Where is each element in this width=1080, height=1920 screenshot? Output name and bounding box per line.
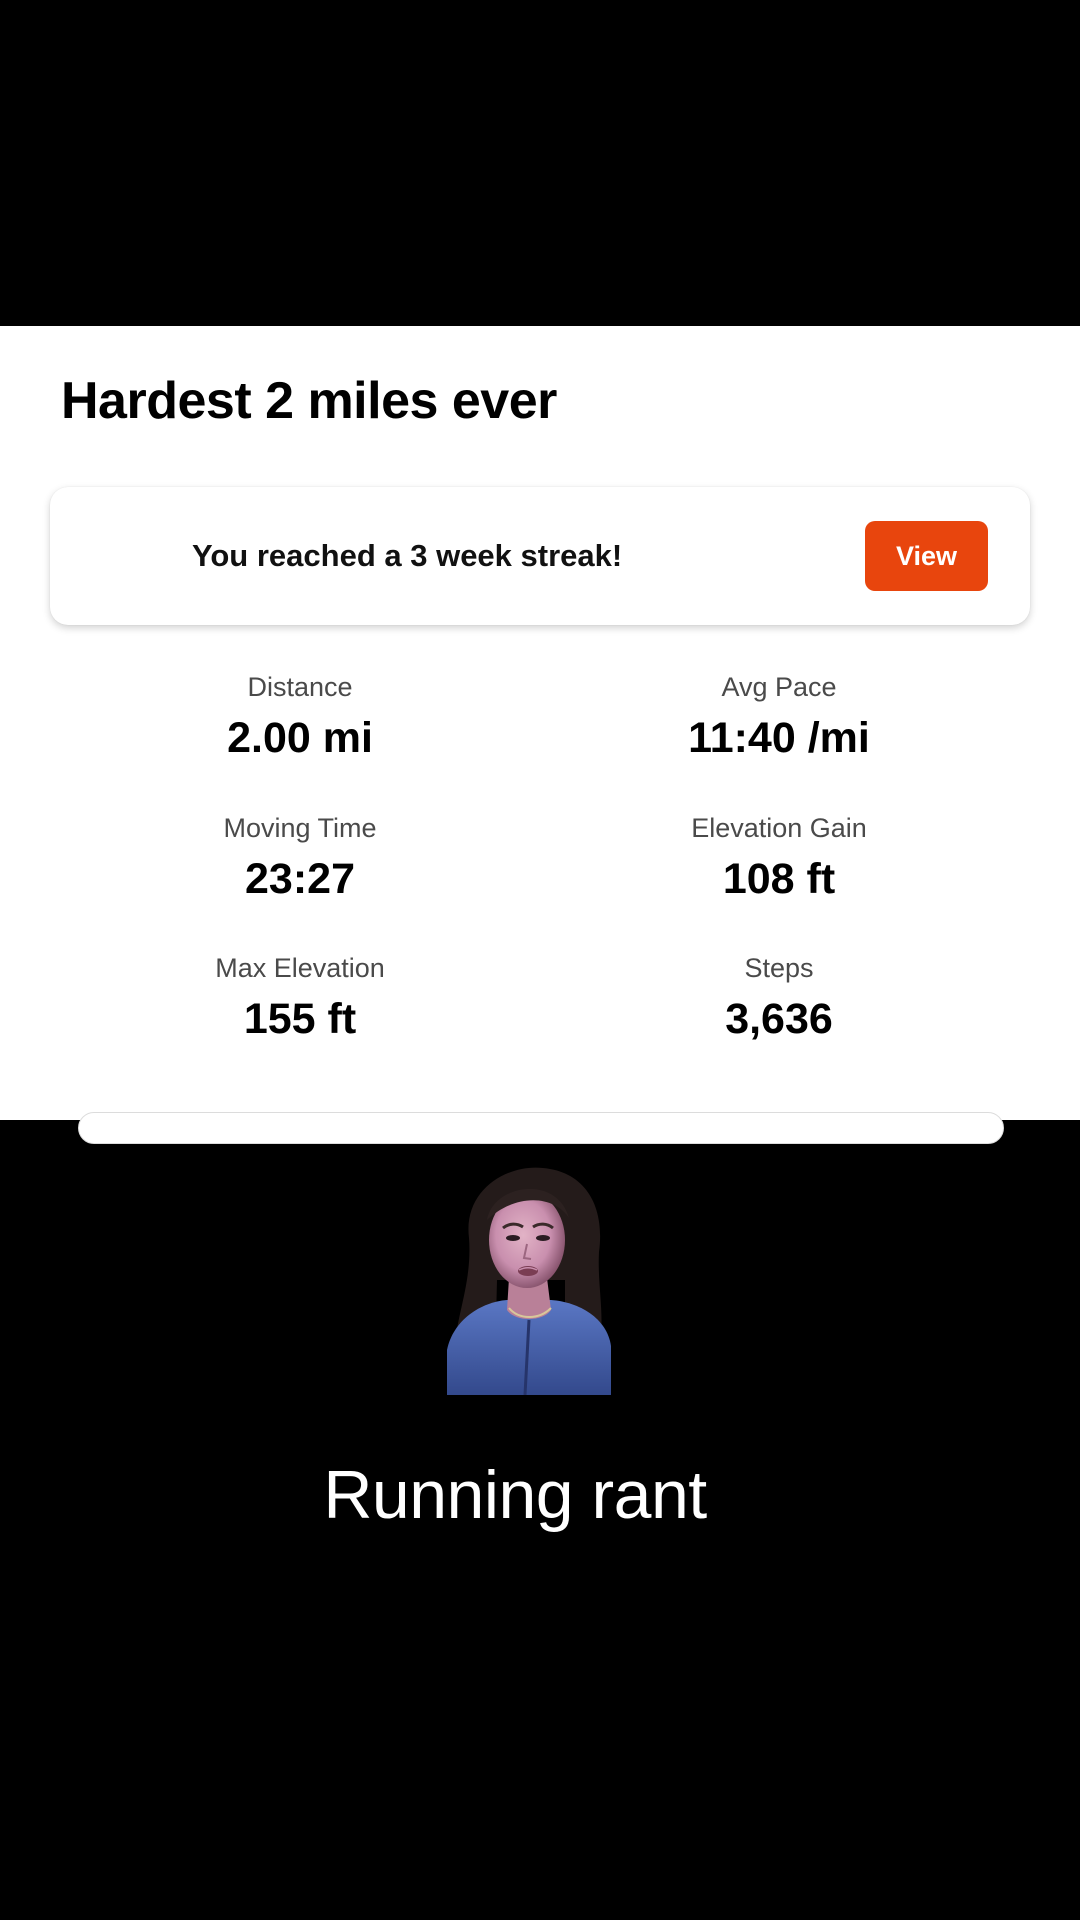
stat-distance: Distance 2.00 mi [100,670,500,764]
stat-avg-pace: Avg Pace 11:40 /mi [579,670,979,764]
stat-moving-time: Moving Time 23:27 [100,811,500,905]
stat-value: 11:40 /mi [688,714,870,762]
stat-value: 23:27 [245,855,355,903]
stat-value: 2.00 mi [227,714,373,762]
stat-elevation-gain: Elevation Gain 108 ft [579,811,979,905]
stat-label: Max Elevation [215,953,385,983]
next-card-edge [78,1112,1004,1144]
streak-message: You reached a 3 week streak! [192,538,623,573]
person-figure [447,1167,611,1395]
streak-card: You reached a 3 week streak! View [50,487,1030,625]
activity-title: Hardest 2 miles ever [61,372,557,430]
view-button[interactable]: View [865,521,988,591]
stat-label: Avg Pace [721,672,837,702]
stat-max-elevation: Max Elevation 155 ft [100,951,500,1045]
stat-label: Steps [744,953,814,983]
stat-label: Moving Time [223,813,377,843]
stat-label: Distance [247,672,353,702]
stat-value: 3,636 [725,995,833,1043]
stat-value: 108 ft [722,855,836,903]
stat-steps: Steps 3,636 [579,951,979,1045]
stat-value: 155 ft [243,995,357,1043]
person-video-cutout [447,1160,611,1395]
video-caption: Running rant [323,1457,707,1533]
stat-label: Elevation Gain [691,813,867,843]
